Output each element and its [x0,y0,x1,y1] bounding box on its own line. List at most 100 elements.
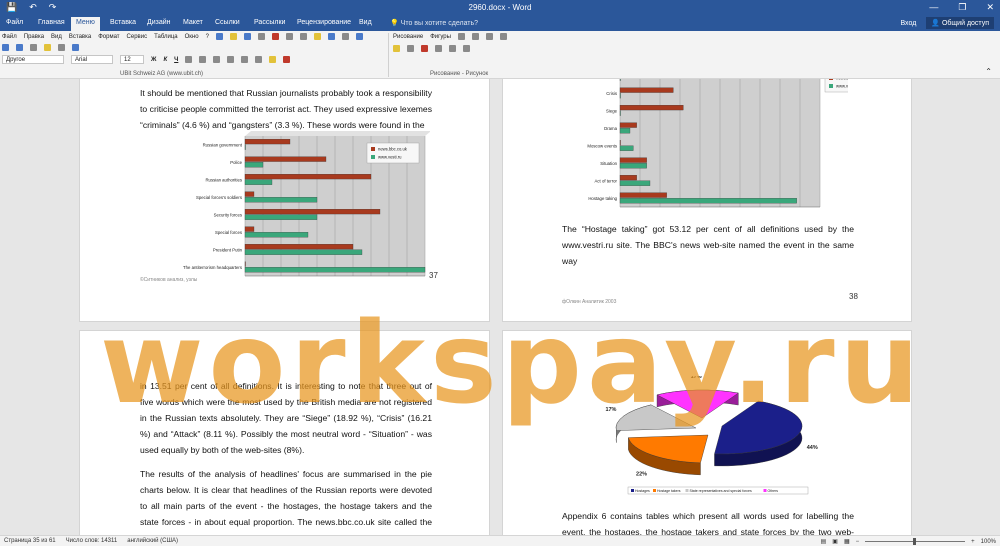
share-button[interactable]: 👤 Общий доступ [926,17,994,29]
read-mode-icon[interactable]: ▤ [821,538,827,545]
chart1-plot-top [245,131,430,136]
align-center-icon[interactable] [199,56,207,63]
tab-view[interactable]: Вид [359,19,372,26]
new-doc-icon[interactable] [215,33,223,40]
page-40: 44% 22% 17% 17% Hostages Hostage takers State … [502,330,912,535]
underline-button[interactable]: Ч [174,57,178,63]
chart1-bar [244,209,381,215]
pie-legend-swatch [763,489,767,492]
table-icon[interactable] [327,33,335,40]
line-icon[interactable] [471,33,479,40]
word-count[interactable]: Число слов: 14311 [66,538,118,544]
pie-legend-label: State representatives and special forces [690,489,753,493]
menu-file[interactable]: Файл [2,34,17,40]
close-button[interactable]: ✕ [986,2,994,13]
columns-icon[interactable] [341,33,349,40]
zoom-out-button[interactable]: − [856,539,860,545]
page-counter[interactable]: Страница 35 из 61 [4,538,56,544]
restore-button[interactable]: ❐ [958,2,966,13]
menu-view[interactable]: Вид [51,34,62,40]
line-style-icon[interactable] [435,45,442,52]
shapes-menu[interactable]: Фигуры [430,34,451,40]
print-icon[interactable] [257,33,265,40]
justify-icon[interactable] [227,56,235,63]
line-color-icon[interactable] [407,45,414,52]
numbering-icon[interactable] [241,56,249,63]
paragraph-icon[interactable] [355,33,363,40]
font-color-icon[interactable] [283,56,291,63]
tab-references[interactable]: Ссылки [215,19,240,26]
drawing-row-2 [393,45,470,52]
chart2-bar [619,79,621,81]
drawing-menu[interactable]: Рисование [393,34,423,40]
signin-link[interactable]: Вход [900,20,916,27]
select-arrow-icon[interactable] [457,33,465,40]
rectangle-icon[interactable] [485,33,493,40]
align-left-icon[interactable] [185,56,193,63]
tab-design[interactable]: Дизайн [147,19,171,26]
open-icon[interactable] [229,33,237,40]
tab-layout[interactable]: Макет [183,19,203,26]
print-layout-icon[interactable]: ▣ [832,538,838,545]
tab-file[interactable]: Файл [6,19,23,26]
highlight-icon[interactable] [269,56,277,63]
font-size-select[interactable]: 12 [120,55,144,64]
bold-button[interactable]: Ж [151,57,156,63]
ribbon-caption-left: UBit Schweiz AG (www.ubit.ch) [120,71,204,77]
minimize-button[interactable]: — [929,2,938,13]
zoom-slider[interactable] [865,538,966,545]
italic-button[interactable]: К [163,57,167,63]
oval-icon[interactable] [499,33,507,40]
spell-icon[interactable] [271,33,279,40]
menu-table[interactable]: Таблица [154,34,178,40]
tab-home[interactable]: Главная [38,19,65,26]
drawing-font-color-icon[interactable] [421,45,428,52]
3d-icon[interactable] [463,45,470,52]
page-37: It should be mentioned that Russian jour… [79,79,490,322]
tab-menu[interactable]: Меню [71,17,100,31]
menu-tools[interactable]: Сервис [127,34,148,40]
copy-icon[interactable] [299,33,307,40]
redo-small-icon[interactable] [16,44,23,51]
tab-mailings[interactable]: Рассылки [254,19,285,26]
font-select[interactable]: Arial [71,55,113,64]
menu-format[interactable]: Формат [98,34,119,40]
paste-icon[interactable] [313,33,321,40]
chart1-legend-label: news.bbc.co.uk [378,147,408,152]
cut-icon[interactable] [285,33,293,40]
chart1-legend-swatch [371,155,375,159]
zoom-in-button[interactable]: + [971,539,975,545]
chart1-bar [244,244,354,250]
tab-insert[interactable]: Вставка [110,19,136,26]
chart2-bar [619,157,647,163]
chart2-bar [619,145,634,151]
bullets-icon[interactable] [255,56,263,63]
menu-window[interactable]: Окно [185,34,199,40]
zoom-icon[interactable] [72,44,79,51]
chart1-bar [244,191,255,197]
style-select[interactable]: Другое [2,55,64,64]
menu-help[interactable]: ? [206,34,209,40]
shadow-icon[interactable] [449,45,456,52]
language-indicator[interactable]: английский (США) [127,538,178,544]
pie-legend-swatch [631,489,634,492]
page-40-text: Appendix 6 contains tables which present… [562,511,854,535]
align-right-icon[interactable] [213,56,221,63]
chart2-bar [619,87,674,93]
document-canvas[interactable]: It should be mentioned that Russian jour… [0,79,1000,535]
zoom-level[interactable]: 100% [981,539,996,545]
save-small-icon[interactable] [243,33,251,40]
menu-edit[interactable]: Правка [24,34,44,40]
tab-review[interactable]: Рецензирование [297,19,351,26]
toolbar-row-2 [2,44,79,51]
chart-icon[interactable] [58,44,65,51]
menu-insert[interactable]: Вставка [69,34,91,40]
chart1-category-label: Security forces [214,212,242,217]
tell-me-box[interactable]: 💡 Что вы хотите сделать? [390,19,478,27]
link-icon[interactable] [30,44,37,51]
undo-small-icon[interactable] [2,44,9,51]
collapse-ribbon-icon[interactable]: ⌃ [985,67,992,76]
web-layout-icon[interactable]: ▦ [844,538,850,545]
fill-color-icon[interactable] [393,45,400,52]
image-icon[interactable] [44,44,51,51]
